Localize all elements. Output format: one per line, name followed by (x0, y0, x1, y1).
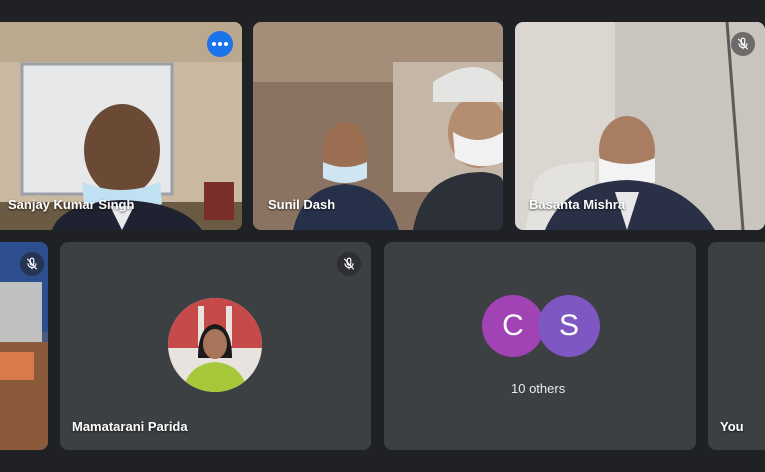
more-options-icon (212, 42, 228, 46)
others-group-tile[interactable]: C S 10 others (384, 242, 696, 450)
participant-tile-basanta[interactable]: Basanta Mishra (515, 22, 765, 230)
muted-indicator (20, 252, 44, 276)
mic-off-icon (26, 257, 38, 270)
participant-name: Sanjay Kumar Singh (8, 197, 135, 212)
participant-name: You (720, 419, 744, 434)
muted-indicator (731, 32, 755, 56)
participant-name: Sunil Dash (268, 197, 336, 212)
mic-off-icon (343, 257, 355, 270)
participant-tile-mamatarani[interactable]: Mamatarani Parida (60, 242, 371, 450)
participant-tile-you[interactable]: You (708, 242, 765, 450)
participant-name: Basanta Mishra (529, 197, 626, 212)
others-count-label: 10 others (511, 381, 566, 396)
participant-tile-sunil[interactable]: Sunil Dash (253, 22, 503, 230)
mic-off-icon (737, 37, 749, 50)
participant-tile-partial[interactable] (0, 242, 48, 450)
avatar-s: S (538, 295, 600, 357)
profile-photo-avatar (168, 298, 262, 392)
participant-tile-sanjay[interactable]: Sanjay Kumar Singh (0, 22, 242, 230)
avatar-c: C (482, 295, 544, 357)
more-options-button[interactable] (207, 31, 233, 57)
participant-name: Mamatarani Parida (72, 419, 188, 434)
muted-indicator (337, 252, 361, 276)
